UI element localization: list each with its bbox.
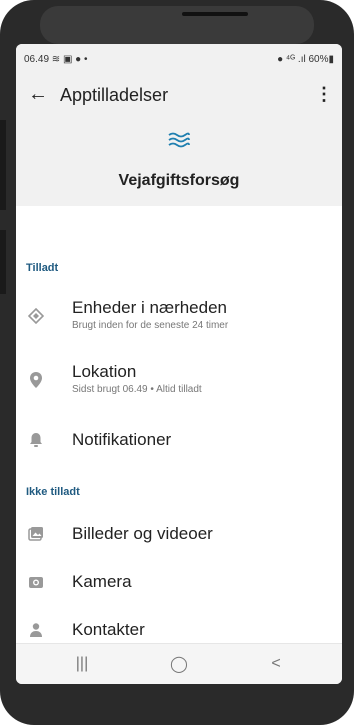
permission-nearby-devices[interactable]: Enheder i nærheden Brugt inden for de se…	[16, 292, 342, 342]
permission-photos[interactable]: Billeder og videoer	[16, 514, 342, 554]
permission-camera[interactable]: Kamera	[16, 562, 342, 602]
app-bar: ← Apptilladelser ⋮	[16, 72, 342, 116]
wave-icon	[168, 132, 190, 148]
permission-label: Lokation	[72, 362, 137, 381]
phone-top-bezel	[40, 6, 314, 44]
permission-subtext: Brugt inden for de seneste 24 timer	[72, 320, 229, 331]
person-icon	[26, 620, 46, 640]
page-title: Apptilladelser	[60, 85, 169, 105]
permission-label: Billeder og videoer	[72, 524, 213, 543]
phone-frame: 06.49 ≋ ▣ ● • ● ⁴ᴳ .ıl 60%▮ ← Apptillade…	[0, 0, 354, 725]
status-time-and-icons: 06.49 ≋ ▣ ● •	[24, 54, 88, 65]
volume-button	[0, 120, 6, 210]
permission-label: Kamera	[72, 572, 132, 591]
home-button[interactable]: ◯	[159, 650, 199, 678]
arrow-left-icon[interactable]: ←	[22, 78, 54, 110]
permission-subtext: Sidst brugt 06.49 • Altid tilladt	[72, 384, 202, 395]
permission-notifications[interactable]: Notifikationer	[16, 420, 342, 460]
bell-icon	[26, 430, 46, 450]
permission-location[interactable]: Lokation Sidst brugt 06.49 • Altid tilla…	[16, 358, 342, 408]
status-signal-battery: ● ⁴ᴳ .ıl 60%▮	[277, 54, 334, 65]
permission-label: Notifikationer	[72, 430, 172, 449]
section-not-allowed-heading: Ikke tilladt	[26, 486, 80, 498]
more-vert-icon[interactable]: ⋮	[310, 78, 338, 110]
section-allowed-heading: Tilladt	[26, 262, 59, 274]
phone-screen: 06.49 ≋ ▣ ● • ● ⁴ᴳ .ıl 60%▮ ← Apptillade…	[16, 44, 342, 684]
back-button[interactable]: <	[256, 650, 296, 678]
app-name: Vejafgiftsforsøg	[118, 172, 240, 189]
bixby-button	[0, 230, 6, 294]
location-pin-icon	[26, 370, 46, 390]
permission-label: Enheder i nærheden	[72, 298, 228, 317]
status-bar: 06.49 ≋ ▣ ● • ● ⁴ᴳ .ıl 60%▮	[16, 44, 342, 72]
permission-label: Kontakter	[72, 620, 145, 639]
recents-button[interactable]: |||	[62, 650, 102, 678]
camera-icon	[26, 572, 46, 592]
photos-icon	[26, 524, 46, 544]
nearby-devices-icon	[26, 306, 46, 326]
speaker-grille	[182, 12, 248, 16]
app-header: Vejafgiftsforsøg	[16, 116, 342, 206]
system-nav-bar: ||| ◯ <	[16, 643, 342, 684]
